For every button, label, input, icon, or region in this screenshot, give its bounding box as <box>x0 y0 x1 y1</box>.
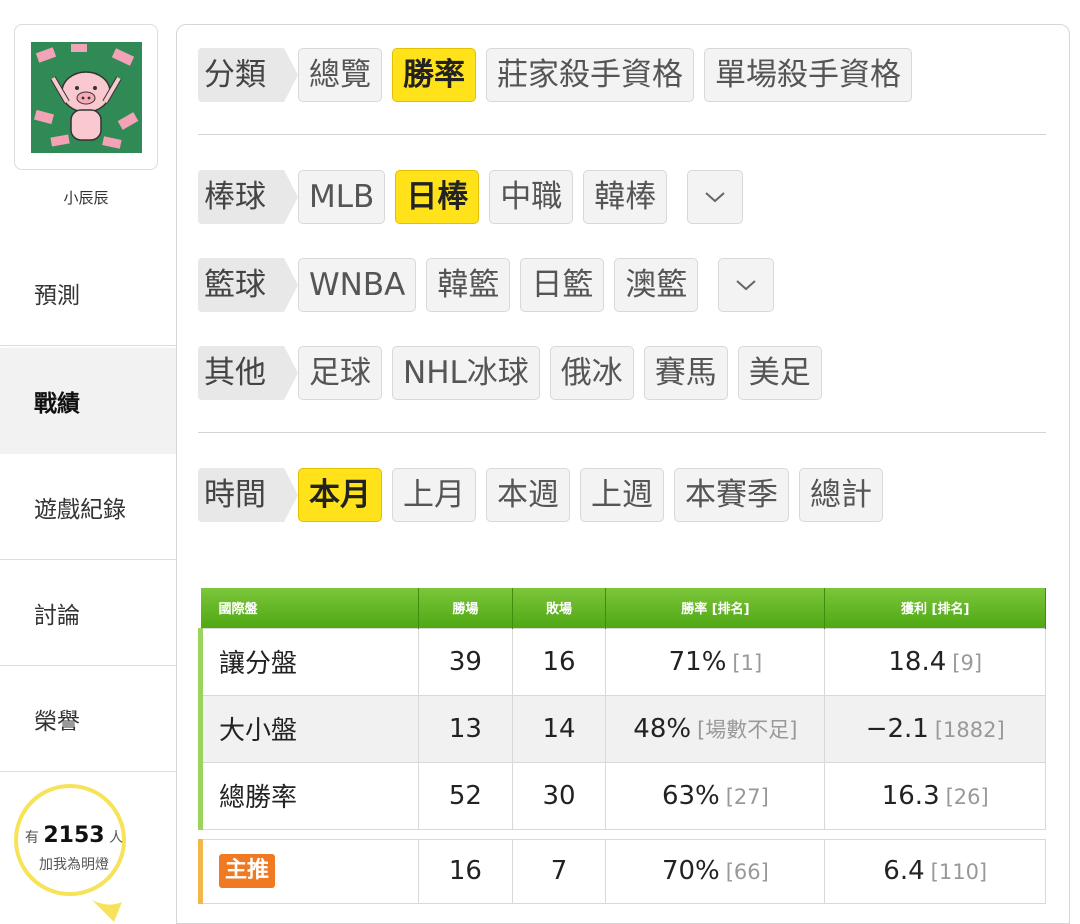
table-row: 讓分盤 39 16 71% [1] 18.4 [9] <box>197 627 1046 696</box>
sport-nhl[interactable]: NHL冰球 <box>392 346 540 400</box>
basketball-filter: 籃球 WNBA 韓籃 日籃 澳籃 <box>198 258 784 312</box>
baseball-label: 棒球 <box>198 170 298 224</box>
table-row: 總勝率 52 30 63% [27] 16.3 [26] <box>197 761 1046 830</box>
row-rate: 48% <box>633 713 692 744</box>
nav-item-predictions[interactable]: 預測 <box>0 240 178 346</box>
row-losses: 16 <box>511 627 607 696</box>
league-kbl[interactable]: 韓籃 <box>426 258 511 312</box>
category-label: 分類 <box>198 48 298 102</box>
league-mlb[interactable]: MLB <box>298 170 386 224</box>
time-this-month[interactable]: 本月 <box>298 468 382 522</box>
time-this-season[interactable]: 本賽季 <box>674 468 789 522</box>
nav-item-game-history[interactable]: 遊戲紀錄 <box>0 454 178 560</box>
main-pick-row: 主推 16 7 70% [66] 6.4 [110] <box>197 838 1046 904</box>
divider <box>198 134 1046 135</box>
row-losses: 30 <box>511 761 607 830</box>
league-kbo[interactable]: 韓棒 <box>583 170 668 224</box>
row-rate: 71% <box>668 646 727 677</box>
sport-horse-racing[interactable]: 賽馬 <box>643 346 728 400</box>
sidebar: 小辰辰 預測 戰績 遊戲紀錄 討論 榮譽 有 2153 人 加我為明燈 <box>0 0 180 924</box>
row-losses: 14 <box>511 694 607 763</box>
nav-item-honors[interactable]: 榮譽 <box>0 666 178 772</box>
row-wins: 16 <box>418 838 513 904</box>
fan-suffix: 人 <box>109 830 124 846</box>
col-win-rate: 勝率 [排名] <box>605 588 826 628</box>
fan-count: 2153 <box>43 823 105 848</box>
row-rate-rank: [1] <box>732 650 763 675</box>
row-rate: 63% <box>661 780 720 811</box>
baseball-more-dropdown[interactable] <box>687 170 744 224</box>
row-rate-rank: [場數不足] <box>697 717 798 742</box>
row-rate: 70% <box>661 856 720 886</box>
table-spacer <box>200 829 1046 839</box>
league-npb[interactable]: 日棒 <box>395 170 480 224</box>
row-wins: 39 <box>418 627 513 696</box>
time-last-month[interactable]: 上月 <box>392 468 476 522</box>
other-label: 其他 <box>198 346 298 400</box>
basketball-more-dropdown[interactable] <box>718 258 775 312</box>
row-profit: 6.4 <box>883 856 925 886</box>
chevron-down-icon <box>736 280 756 291</box>
time-label: 時間 <box>198 468 298 522</box>
basketball-label: 籃球 <box>198 258 298 312</box>
sport-khl[interactable]: 俄冰 <box>549 346 634 400</box>
category-single-killer[interactable]: 單場殺手資格 <box>704 48 912 102</box>
nav-item-discussion[interactable]: 討論 <box>0 560 178 666</box>
time-all[interactable]: 總計 <box>799 468 883 522</box>
league-cpbl[interactable]: 中職 <box>489 170 574 224</box>
row-profit: 16.3 <box>881 780 940 811</box>
row-profit-rank: [26] <box>945 784 989 809</box>
row-rate-rank: [27] <box>725 784 769 809</box>
row-name: 大小盤 <box>197 694 420 763</box>
col-losses: 敗場 <box>512 588 607 628</box>
follow-badge[interactable]: 有 2153 人 加我為明燈 <box>14 784 126 896</box>
chevron-down-icon <box>705 192 725 203</box>
table-header-row: 國際盤 勝場 敗場 勝率 [排名] 獲利 [排名] <box>200 588 1046 628</box>
stats-table: 國際盤 勝場 敗場 勝率 [排名] 獲利 [排名] 讓分盤 39 16 71%[… <box>197 588 1046 904</box>
category-overview[interactable]: 總覽 <box>298 48 382 102</box>
league-wnba[interactable]: WNBA <box>298 258 417 312</box>
other-filter: 其他 足球 NHL冰球 俄冰 賽馬 美足 <box>198 346 832 400</box>
category-filter: 分類 總覽 勝率 莊家殺手資格 單場殺手資格 <box>198 48 922 102</box>
sport-soccer[interactable]: 足球 <box>298 346 382 400</box>
row-name: 總勝率 <box>197 761 420 830</box>
category-win-rate[interactable]: 勝率 <box>392 48 476 102</box>
col-market: 國際盤 <box>200 588 420 628</box>
time-filter: 時間 本月 上月 本週 上週 本賽季 總計 <box>198 468 893 522</box>
speech-tail-icon <box>92 900 122 922</box>
league-nbl[interactable]: 澳籃 <box>614 258 699 312</box>
row-profit: −2.1 <box>865 713 929 744</box>
row-rate-rank: [66] <box>725 860 769 884</box>
fan-prefix: 有 <box>24 830 39 846</box>
time-last-week[interactable]: 上週 <box>580 468 664 522</box>
follow-action[interactable]: 加我為明燈 <box>18 854 130 874</box>
col-profit: 獲利 [排名] <box>824 588 1046 628</box>
username[interactable]: 小辰辰 <box>0 187 172 208</box>
row-profit-rank: [9] <box>952 650 983 675</box>
divider <box>198 432 1046 433</box>
time-this-week[interactable]: 本週 <box>486 468 570 522</box>
table-row: 大小盤 13 14 48% [場數不足] −2.1 [1882] <box>197 694 1046 763</box>
row-wins: 52 <box>418 761 513 830</box>
row-profit-rank: [1882] <box>934 717 1005 742</box>
col-wins: 勝場 <box>418 588 513 628</box>
row-profit: 18.4 <box>888 646 947 677</box>
avatar[interactable] <box>31 42 142 153</box>
category-banker-killer[interactable]: 莊家殺手資格 <box>486 48 694 102</box>
row-losses: 7 <box>511 838 607 904</box>
nav-item-record[interactable]: 戰績 <box>0 348 178 454</box>
avatar-frame[interactable] <box>14 24 158 170</box>
row-profit-rank: [110] <box>930 860 988 884</box>
sport-football[interactable]: 美足 <box>737 346 822 400</box>
row-name: 讓分盤 <box>197 627 420 696</box>
row-wins: 13 <box>418 694 513 763</box>
league-bleague[interactable]: 日籃 <box>520 258 605 312</box>
main-pick-tag[interactable]: 主推 <box>219 854 276 888</box>
baseball-filter: 棒球 MLB 日棒 中職 韓棒 <box>198 170 753 224</box>
